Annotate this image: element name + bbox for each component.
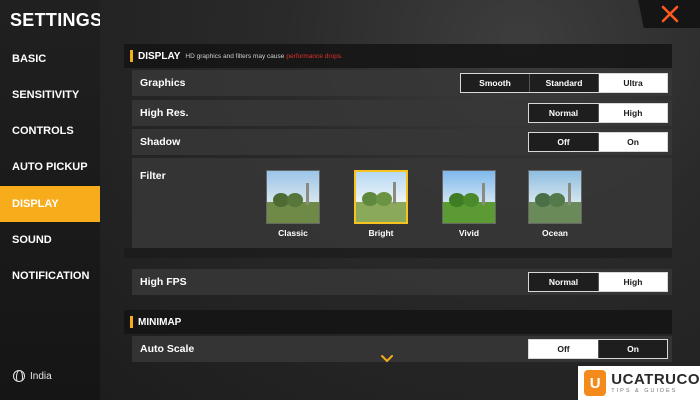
page-title: SETTINGS [10, 10, 103, 30]
filter-label-bright: Bright [368, 228, 394, 238]
high-res-row: High Res. Normal High [132, 100, 672, 126]
auto-scale-option-on[interactable]: On [599, 340, 667, 358]
graphics-option-standard[interactable]: Standard [530, 74, 599, 92]
auto-scale-row: Auto Scale Off On [132, 336, 672, 362]
high-res-option-high[interactable]: High [599, 104, 667, 122]
filter-label: Filter [140, 170, 166, 182]
high-fps-row: High FPS Normal High [132, 269, 672, 295]
high-fps-option-normal[interactable]: Normal [529, 273, 599, 291]
sidebar-item-basic[interactable]: BASIC [0, 41, 100, 77]
filter-thumbnail [266, 170, 320, 224]
graphics-label: Graphics [140, 77, 186, 89]
minimap-title: MINIMAP [138, 316, 182, 328]
minimap-section-header: MINIMAP [124, 310, 672, 334]
section-warning: performance drops. [286, 52, 343, 60]
section-accent-bar [130, 50, 133, 62]
filter-row: Filter Classic Bright Vivid Ocean [132, 158, 672, 248]
divider [124, 248, 672, 258]
section-accent-bar [130, 316, 133, 328]
sidebar: SETTINGS BASIC SENSITIVITY CONTROLS AUTO… [0, 0, 103, 400]
sidebar-item-notification[interactable]: NOTIFICATION [0, 258, 100, 294]
graphics-option-ultra[interactable]: Ultra [599, 74, 667, 92]
filter-thumbnail [442, 170, 496, 224]
sidebar-item-display[interactable]: DISPLAY [0, 186, 100, 222]
sidebar-item-sound[interactable]: SOUND [0, 222, 100, 258]
logo-tagline: TIPS & GUIDES [611, 387, 678, 394]
shadow-option-off[interactable]: Off [529, 133, 599, 151]
filter-option-vivid[interactable]: Vivid [442, 170, 496, 238]
shadow-row: Shadow Off On [132, 129, 672, 155]
section-title: DISPLAY [138, 50, 181, 62]
filter-thumbnail [354, 170, 408, 224]
filter-label-ocean: Ocean [542, 228, 568, 238]
auto-scale-selector: Off On [528, 339, 668, 359]
filter-option-ocean[interactable]: Ocean [528, 170, 582, 238]
chevron-down-icon[interactable] [380, 354, 394, 364]
watermark-logo: U UCATRUCO TIPS & GUIDES [578, 366, 700, 400]
high-fps-option-high[interactable]: High [599, 273, 667, 291]
close-icon [661, 5, 679, 23]
section-note: HD graphics and filters may cause [185, 52, 285, 60]
filter-option-bright[interactable]: Bright [354, 170, 408, 238]
display-section-header: DISPLAY HD graphics and filters may caus… [124, 44, 672, 68]
region-label: India [30, 370, 52, 382]
shadow-selector: Off On [528, 132, 668, 152]
filter-thumbnail [528, 170, 582, 224]
graphics-row: Graphics Smooth Standard Ultra [132, 70, 672, 96]
high-res-option-normal[interactable]: Normal [529, 104, 599, 122]
logo-brand: UCATRUCO [611, 370, 700, 388]
high-fps-selector: Normal High [528, 272, 668, 292]
auto-scale-option-off[interactable]: Off [529, 340, 599, 358]
graphics-option-smooth[interactable]: Smooth [461, 74, 530, 92]
sidebar-item-sensitivity[interactable]: SENSITIVITY [0, 77, 100, 113]
logo-mark-icon: U [584, 370, 607, 396]
sidebar-item-controls[interactable]: CONTROLS [0, 113, 100, 149]
filter-option-classic[interactable]: Classic [266, 170, 320, 238]
globe-icon [13, 370, 25, 382]
filter-label-vivid: Vivid [458, 228, 480, 238]
sidebar-item-auto-pickup[interactable]: AUTO PICKUP [0, 149, 100, 185]
filter-label-classic: Classic [278, 228, 308, 238]
high-res-selector: Normal High [528, 103, 668, 123]
high-fps-label: High FPS [140, 276, 187, 288]
settings-panel: DISPLAY HD graphics and filters may caus… [124, 40, 672, 400]
shadow-label: Shadow [140, 136, 181, 148]
region-selector[interactable]: India [13, 370, 52, 382]
high-res-label: High Res. [140, 107, 189, 119]
auto-scale-label: Auto Scale [140, 343, 195, 355]
shadow-option-on[interactable]: On [599, 133, 667, 151]
graphics-selector: Smooth Standard Ultra [460, 73, 668, 93]
